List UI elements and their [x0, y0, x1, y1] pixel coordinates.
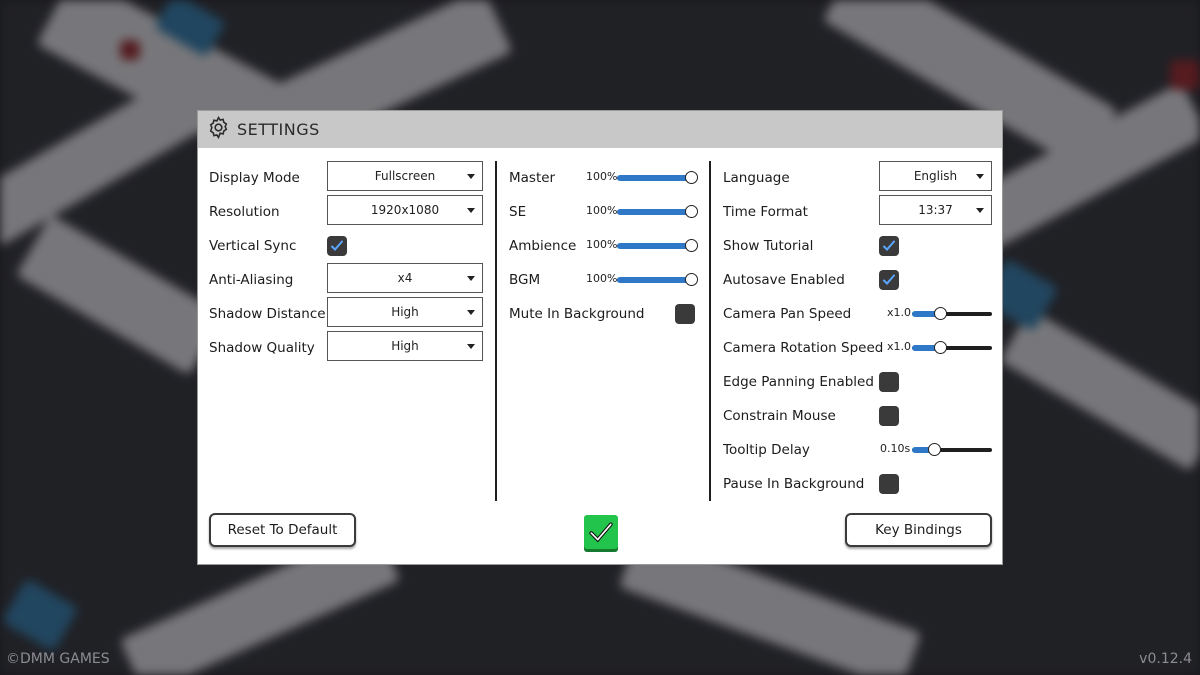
key-bindings-label: Key Bindings [875, 522, 962, 538]
camera-pan-speed-slider[interactable] [912, 307, 992, 321]
anti-aliasing-dropdown[interactable]: x4 [327, 263, 483, 293]
chevron-down-icon [467, 208, 475, 213]
time-format-label: Time Format [723, 204, 808, 220]
chevron-down-icon [976, 208, 984, 213]
autosave-checkbox[interactable] [879, 270, 899, 290]
language-dropdown[interactable]: English [879, 161, 992, 191]
show-tutorial-checkbox[interactable] [879, 236, 899, 256]
dialog-titlebar: SETTINGS [198, 111, 1002, 148]
camera-pan-speed-label: Camera Pan Speed [723, 306, 852, 322]
tooltip-delay-value: 0.10s [880, 442, 911, 455]
checkmark-icon [331, 240, 343, 251]
shadow-quality-value: High [391, 339, 419, 353]
time-format-value: 13:37 [918, 203, 953, 217]
slider-handle[interactable] [934, 307, 947, 320]
column-divider [709, 161, 711, 501]
reset-to-default-button[interactable]: Reset To Default [209, 513, 356, 547]
display-mode-dropdown[interactable]: Fullscreen [327, 161, 483, 191]
slider-handle[interactable] [685, 239, 698, 252]
se-volume-slider[interactable] [617, 205, 698, 219]
dialog-title: SETTINGS [237, 120, 320, 139]
pause-in-background-checkbox[interactable] [879, 474, 899, 494]
autosave-label: Autosave Enabled [723, 272, 845, 288]
resolution-value: 1920x1080 [370, 203, 440, 217]
anti-aliasing-value: x4 [397, 271, 413, 285]
tooltip-delay-slider[interactable] [912, 443, 992, 457]
chevron-down-icon [467, 344, 475, 349]
mute-in-background-checkbox[interactable] [675, 304, 695, 324]
camera-rotation-speed-label: Camera Rotation Speed [723, 340, 884, 356]
chevron-down-icon [467, 310, 475, 315]
gear-icon [206, 115, 231, 144]
slider-handle[interactable] [685, 273, 698, 286]
bgm-label: BGM [509, 272, 541, 288]
show-tutorial-label: Show Tutorial [723, 238, 814, 254]
chevron-down-icon [467, 276, 475, 281]
checkmark-icon [883, 274, 895, 285]
se-value: 100% [586, 204, 618, 217]
tooltip-delay-label: Tooltip Delay [723, 442, 810, 458]
shadow-distance-value: High [391, 305, 419, 319]
vsync-label: Vertical Sync [209, 238, 297, 254]
display-mode-value: Fullscreen [374, 169, 436, 183]
master-value: 100% [586, 170, 618, 183]
edge-panning-label: Edge Panning Enabled [723, 374, 874, 390]
se-label: SE [509, 204, 527, 220]
shadow-quality-label: Shadow Quality [209, 340, 315, 356]
bgm-value: 100% [586, 272, 618, 285]
ambience-label: Ambience [509, 238, 577, 254]
column-divider [495, 161, 497, 501]
display-mode-label: Display Mode [209, 170, 300, 186]
chevron-down-icon [467, 174, 475, 179]
key-bindings-button[interactable]: Key Bindings [845, 513, 992, 547]
checkmark-icon [589, 522, 613, 543]
confirm-button[interactable] [584, 515, 618, 549]
resolution-label: Resolution [209, 204, 280, 220]
language-value: English [913, 169, 958, 183]
slider-handle[interactable] [928, 443, 942, 456]
edge-panning-checkbox[interactable] [879, 372, 899, 392]
reset-to-default-label: Reset To Default [227, 522, 338, 538]
checkmark-icon [883, 240, 895, 251]
language-label: Language [723, 170, 790, 186]
master-label: Master [509, 170, 556, 186]
copyright-text: ©DMM GAMES [6, 651, 110, 667]
pause-in-background-label: Pause In Background [723, 476, 865, 492]
mute-in-background-label: Mute In Background [509, 306, 645, 322]
time-format-dropdown[interactable]: 13:37 [879, 195, 992, 225]
camera-rotation-speed-slider[interactable] [912, 341, 992, 355]
slider-handle[interactable] [934, 341, 947, 354]
shadow-distance-label: Shadow Distance [209, 306, 326, 322]
resolution-dropdown[interactable]: 1920x1080 [327, 195, 483, 225]
slider-handle[interactable] [685, 171, 698, 184]
bgm-volume-slider[interactable] [617, 273, 698, 287]
shadow-distance-dropdown[interactable]: High [327, 297, 483, 327]
version-text: v0.12.4 [1139, 651, 1192, 667]
ambience-value: 100% [586, 238, 618, 251]
shadow-quality-dropdown[interactable]: High [327, 331, 483, 361]
vsync-checkbox[interactable] [327, 236, 347, 256]
ambience-volume-slider[interactable] [617, 239, 698, 253]
chevron-down-icon [976, 174, 984, 179]
anti-aliasing-label: Anti-Aliasing [209, 272, 294, 288]
master-volume-slider[interactable] [617, 171, 698, 185]
slider-handle[interactable] [685, 205, 698, 218]
camera-pan-speed-value: x1.0 [887, 306, 912, 319]
settings-dialog: SETTINGS Display Mode Fullscreen Resolut… [197, 110, 1003, 565]
constrain-mouse-label: Constrain Mouse [723, 408, 836, 424]
camera-rotation-speed-value: x1.0 [887, 340, 912, 353]
constrain-mouse-checkbox[interactable] [879, 406, 899, 426]
